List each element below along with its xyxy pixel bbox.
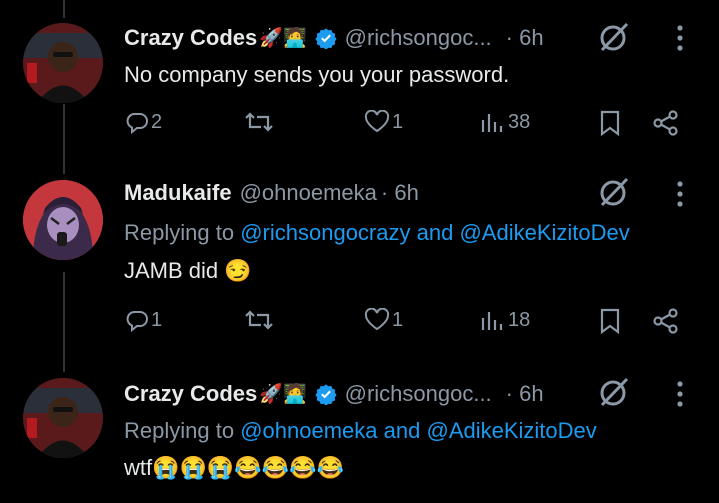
avatar-image [23,378,103,458]
like-button[interactable]: 1 [364,308,403,332]
grok-icon[interactable] [597,20,631,54]
retweet-icon [245,310,273,330]
reply-button[interactable]: 2 [125,110,162,134]
tweet-header: Crazy Codes 🚀🧑‍💻 @richsongoc... · 6h [124,378,544,410]
reply-and[interactable]: and [384,418,421,443]
views-count: 38 [508,110,531,133]
retweet-button[interactable] [244,110,276,134]
avatar-image [23,23,103,103]
views-icon [481,312,503,330]
more-icon[interactable] [674,380,686,408]
tweet-header: Madukaife @ohnoemeka · 6h [124,177,419,209]
bookmark-icon [600,110,620,136]
handle[interactable]: @richsongoc... [345,381,492,407]
like-count: 1 [392,110,404,133]
like-count: 1 [392,308,404,331]
share-button[interactable] [652,308,680,334]
like-icon [364,308,390,331]
views-count: 18 [508,308,531,331]
avatar-image [23,180,103,260]
replying-prefix: Replying to [124,418,235,443]
replying-to: Replying to @richsongocrazy and @AdikeKi… [124,220,630,246]
views-icon [481,114,503,132]
replying-prefix: Replying to [124,220,235,245]
name-emoji: 🚀🧑‍💻 [259,384,307,405]
tweet-actions: 1 1 18 [0,308,719,338]
timestamp[interactable]: · 6h [381,180,419,206]
avatar[interactable] [23,180,103,260]
timestamp[interactable]: · 6h [506,25,544,51]
tweet-text: No company sends you your password. [124,62,510,87]
reply-and[interactable]: and [417,220,454,245]
like-button[interactable]: 1 [364,110,403,134]
views-button[interactable]: 18 [480,308,530,332]
share-button[interactable] [652,110,680,136]
tweet-text: wtf😭😭😭😂😂😂😂 [124,455,344,480]
display-name[interactable]: Crazy Codes [124,25,257,51]
verified-icon [314,27,337,49]
display-name[interactable]: Madukaife [124,180,232,206]
name-emoji: 🚀🧑‍💻 [259,28,307,49]
reply-mention[interactable]: @AdikeKizitoDev [459,220,629,245]
reply-icon [126,311,148,332]
tweet-header: Crazy Codes 🚀🧑‍💻 @richsongoc... · 6h [124,22,544,54]
bookmark-icon [600,308,620,334]
replying-to: Replying to @ohnoemeka and @AdikeKizitoD… [124,418,597,444]
handle[interactable]: @richsongoc... [345,25,492,51]
tweet-3[interactable]: Crazy Codes 🚀🧑‍💻 @richsongoc... · 6h Rep… [0,360,719,503]
share-icon [653,110,678,136]
tweet-1[interactable]: Crazy Codes 🚀🧑‍💻 @richsongoc... · 6h No … [0,0,719,165]
retweet-icon [245,112,273,132]
display-name[interactable]: Crazy Codes [124,381,257,407]
bookmark-button[interactable] [599,308,621,334]
reply-button[interactable]: 1 [125,308,162,332]
tweet-2[interactable]: Madukaife @ohnoemeka · 6h Replying to @r… [0,165,719,360]
grok-icon[interactable] [597,175,631,209]
reply-count: 1 [151,308,163,331]
avatar[interactable] [23,23,103,103]
tweet-text: JAMB did 😏 [124,258,252,283]
timestamp[interactable]: · 6h [506,381,544,407]
reply-mention[interactable]: @richsongocrazy [240,220,410,245]
tweet-actions: 2 1 38 [0,110,719,140]
handle[interactable]: @ohnoemeka [240,180,377,206]
grok-icon[interactable] [597,375,631,409]
share-icon [653,308,678,334]
like-icon [364,110,390,133]
bookmark-button[interactable] [599,110,621,136]
reply-mention[interactable]: @AdikeKizitoDev [426,418,596,443]
verified-icon [314,383,337,405]
views-button[interactable]: 38 [480,110,530,134]
reply-mention[interactable]: @ohnoemeka [240,418,377,443]
avatar[interactable] [23,378,103,458]
more-icon[interactable] [674,24,686,52]
reply-icon [126,113,148,134]
retweet-button[interactable] [244,308,276,332]
reply-count: 2 [151,110,163,133]
more-icon[interactable] [674,180,686,208]
